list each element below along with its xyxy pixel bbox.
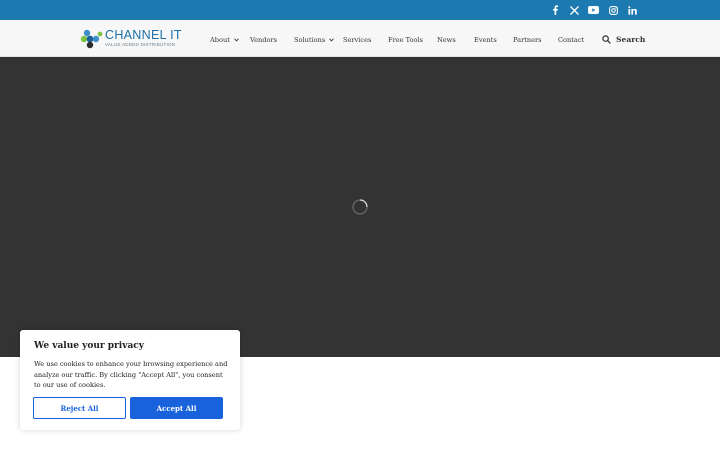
- nav-item-label: Events: [474, 36, 497, 44]
- nav-item-free-tools[interactable]: Free Tools: [388, 34, 423, 46]
- nav-item-label: Services: [343, 36, 372, 44]
- top-social-bar: [0, 0, 720, 20]
- cookie-title: We value your privacy: [34, 341, 144, 351]
- site-logo[interactable]: CHANNEL IT VALUE ADDED DISTRIBUTION: [80, 28, 182, 50]
- nav-item-label: Partners: [513, 36, 542, 44]
- search-icon: [602, 34, 611, 44]
- reject-all-button[interactable]: Reject All: [33, 397, 126, 419]
- x-icon[interactable]: [567, 3, 581, 17]
- nav-item-partners[interactable]: Partners: [513, 34, 542, 46]
- logo-tagline: VALUE ADDED DISTRIBUTION: [105, 42, 176, 47]
- nav-item-contact[interactable]: Contact: [558, 34, 584, 46]
- hero-section: [0, 57, 720, 357]
- search-label: Search: [616, 34, 646, 44]
- nav-item-services[interactable]: Services: [343, 34, 371, 46]
- youtube-icon[interactable]: [586, 3, 600, 17]
- logo-name: CHANNEL IT: [105, 28, 182, 42]
- linkedin-icon[interactable]: [625, 3, 639, 17]
- accept-all-button[interactable]: Accept All: [130, 397, 223, 419]
- nav-item-news[interactable]: News: [437, 34, 456, 46]
- nav-item-label: About: [210, 36, 230, 44]
- nav-item-label: Free Tools: [388, 36, 423, 44]
- instagram-icon[interactable]: [606, 3, 620, 17]
- nav-item-label: Solutions: [294, 36, 326, 44]
- nav-item-about[interactable]: About: [210, 34, 239, 46]
- chevron-down-icon: [234, 38, 239, 42]
- nav-item-label: Contact: [558, 36, 585, 44]
- logo-mark-icon: [80, 29, 103, 49]
- cookie-description: We use cookies to enhance your browsing …: [34, 360, 228, 389]
- search-button[interactable]: Search: [602, 32, 645, 46]
- nav-item-label: Vendors: [250, 36, 278, 44]
- facebook-icon[interactable]: [548, 3, 562, 17]
- nav-item-vendors[interactable]: Vendors: [250, 34, 277, 46]
- nav-item-label: News: [437, 36, 456, 44]
- cookie-consent-banner: We value your privacy We use cookies to …: [20, 330, 240, 430]
- nav-item-events[interactable]: Events: [474, 34, 497, 46]
- site-header: CHANNEL IT VALUE ADDED DISTRIBUTION Abou…: [0, 20, 720, 57]
- nav-item-solutions[interactable]: Solutions: [294, 34, 335, 46]
- chevron-down-icon: [329, 38, 335, 42]
- loading-spinner-icon: [352, 199, 368, 215]
